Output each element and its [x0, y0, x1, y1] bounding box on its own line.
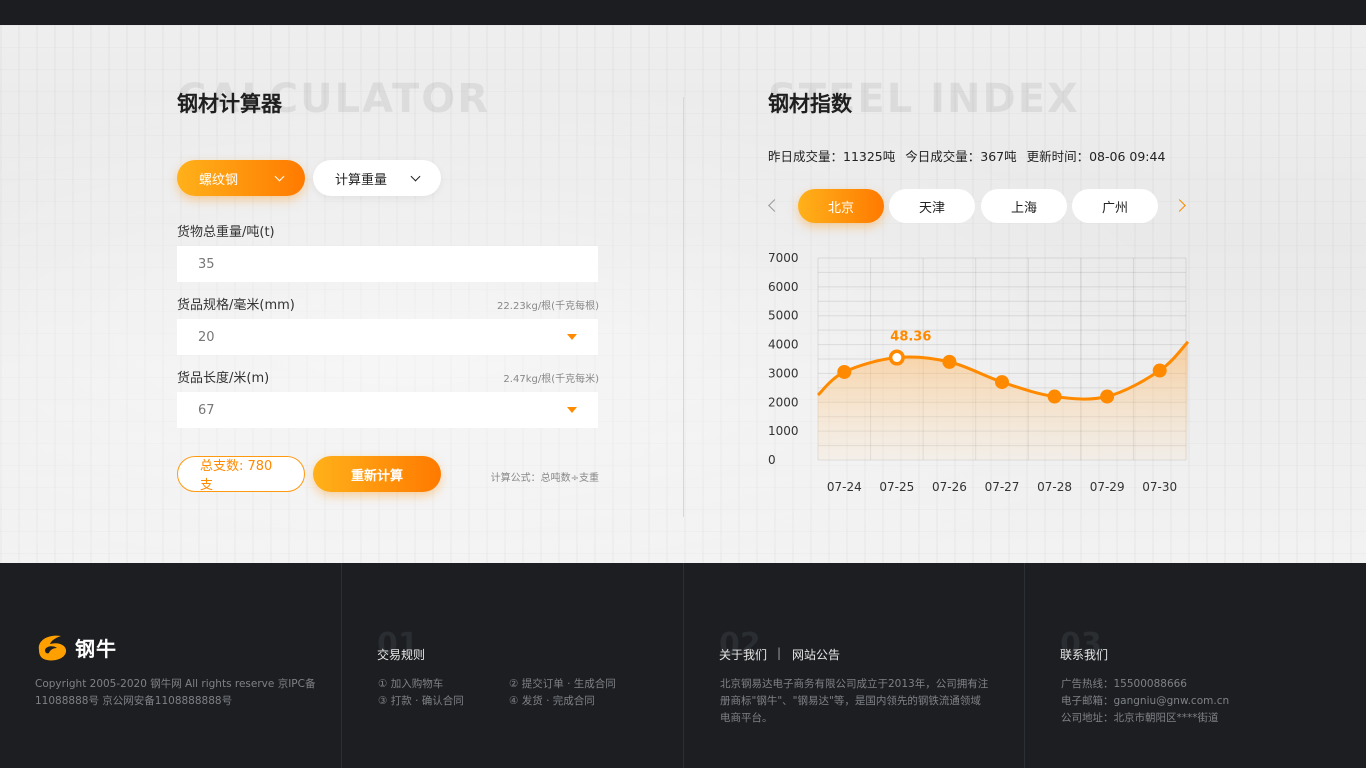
chevron-right-icon[interactable] [1173, 199, 1186, 212]
y-tick-label: 0 [768, 453, 776, 467]
about-us-link[interactable]: 关于我们 [719, 646, 767, 663]
length-value: 67 [198, 402, 215, 418]
data-point[interactable] [1152, 363, 1167, 378]
about-text: 北京钢易达电子商务有限公司成立于2013年，公司拥有注 [720, 678, 989, 690]
footer-col-about: 02 关于我们 | 网站公告 北京钢易达电子商务有限公司成立于2013年，公司拥… [683, 563, 1024, 768]
city-tab-shanghai[interactable]: 上海 [981, 189, 1067, 223]
footer-logo[interactable]: 钢牛 [35, 632, 117, 662]
chevron-left-icon[interactable] [768, 199, 781, 212]
y-tick-label: 7000 [768, 251, 799, 265]
data-point[interactable] [837, 364, 852, 379]
site-notice-link[interactable]: 网站公告 [792, 646, 840, 663]
chevron-down-icon [410, 171, 421, 181]
trade-stats: 昨日成交量：11325吨 今日成交量：367吨 更新时间：08-06 09:44 [768, 146, 1171, 165]
steel-type-label: 螺纹钢 [199, 172, 239, 188]
bull-logo-icon [38, 635, 67, 661]
x-tick-label: 07-28 [1037, 480, 1072, 494]
spec-select[interactable]: 20 [177, 319, 598, 355]
total-count-badge: 总支数: 780支 [177, 456, 305, 493]
calc-mode-label: 计算重量 [335, 172, 388, 188]
yesterday-volume: 昨日成交量：11325吨 [768, 149, 896, 164]
rule-item: ④ 发货 · 完成合同 [509, 695, 595, 707]
title-separator: | [777, 646, 782, 660]
chevron-down-icon [274, 171, 285, 181]
length-select[interactable]: 67 [177, 392, 598, 428]
contact-address: 公司地址：北京市朝阳区****街道 [1061, 712, 1219, 724]
spec-value: 20 [198, 329, 215, 345]
about-text: 电商平台。 [720, 712, 773, 724]
y-tick-label: 2000 [768, 395, 799, 409]
calculator-panel: CALCULATOR 钢材计算器 螺纹钢 计算重量 货物总重量/吨(t) 35 … [177, 76, 599, 493]
update-time: 更新时间：08-06 09:44 [1026, 149, 1166, 164]
today-volume: 今日成交量：367吨 [905, 149, 1017, 164]
length-note: 2.47kg/根(千克每米) [503, 374, 599, 385]
copyright-line-2: 11088888号 京公网安备1108888888号 [35, 695, 233, 707]
city-tab-beijing[interactable]: 北京 [798, 189, 884, 223]
footer: 钢牛 Copyright 2005-2020 钢牛网 All rights re… [0, 563, 1366, 768]
data-point[interactable] [995, 375, 1009, 390]
footer-col-contact: 03 联系我们 广告热线：15500088666 电子邮箱：gangniu@gn… [1024, 563, 1366, 768]
formula-text: 计算公式：总吨数÷支重 [490, 473, 599, 484]
rule-item: ① 加入购物车 [378, 678, 444, 690]
x-tick-label: 07-27 [985, 480, 1020, 494]
steel-index-chart: 0 1000 2000 3000 4000 5000 6000 7000 07-24 07-25 0… [768, 251, 1190, 494]
spec-label: 货品规格/毫米(mm) [177, 298, 295, 313]
data-point[interactable] [942, 354, 957, 369]
x-tick-label: 07-29 [1090, 480, 1125, 494]
x-tick-label: 07-26 [932, 480, 967, 494]
y-tick-label: 5000 [768, 309, 799, 323]
contact-email: 电子邮箱：gangniu@gnw.com.cn [1061, 695, 1230, 707]
data-point[interactable] [1047, 389, 1062, 404]
calc-mode-select[interactable]: 计算重量 [313, 160, 441, 196]
city-tab-guangzhou[interactable]: 广州 [1072, 189, 1158, 223]
steel-index-panel: STEEL INDEX 钢材指数 昨日成交量：11325吨 今日成交量：367吨… [768, 76, 1188, 223]
highlight-value-label: 48.36 [890, 330, 931, 345]
data-point-highlight-core [892, 353, 902, 363]
copyright-line-1: Copyright 2005-2020 钢牛网 All rights reser… [35, 678, 316, 690]
logo-text: 钢牛 [75, 636, 117, 661]
spec-note: 22.23kg/根(千克每根) [497, 301, 599, 312]
contact-phone: 广告热线：15500088666 [1061, 678, 1187, 690]
about-text: 册商标"钢牛"、"钢易达"等，是国内领先的钢铁流通领域 [720, 695, 981, 707]
dropdown-arrow-icon [567, 407, 577, 413]
steel-type-select[interactable]: 螺纹钢 [177, 160, 305, 196]
series-area [818, 341, 1188, 460]
city-tab-tianjin[interactable]: 天津 [889, 189, 975, 223]
x-tick-label: 07-24 [827, 480, 862, 494]
weight-input[interactable]: 35 [177, 246, 598, 282]
section-divider [683, 97, 684, 517]
data-point[interactable] [1100, 389, 1115, 404]
rule-item: ② 提交订单 · 生成合同 [509, 678, 616, 690]
calculator-title: 钢材计算器 [177, 92, 282, 116]
weight-value: 35 [198, 256, 215, 272]
rule-item: ③ 打款 · 确认合同 [378, 695, 464, 707]
y-tick-label: 6000 [768, 280, 799, 294]
recalculate-button[interactable]: 重新计算 [313, 456, 441, 492]
y-tick-label: 1000 [768, 424, 799, 438]
x-tick-label: 07-25 [879, 480, 914, 494]
top-bar [0, 0, 1366, 25]
footer-col-trade-rules: 01 交易规则 ① 加入购物车 ② 提交订单 · 生成合同 ③ 打款 · 确认合… [341, 563, 683, 768]
index-title: 钢材指数 [768, 92, 852, 116]
trade-rules-title: 交易规则 [377, 648, 426, 662]
y-tick-label: 4000 [768, 338, 799, 352]
contact-title: 联系我们 [1060, 648, 1109, 662]
x-tick-label: 07-30 [1142, 480, 1177, 494]
dropdown-arrow-icon [567, 334, 577, 340]
city-tabs: 北京 天津 上海 广州 [768, 189, 1188, 223]
y-tick-label: 3000 [768, 366, 799, 380]
weight-label: 货物总重量/吨(t) [177, 225, 275, 240]
length-label: 货品长度/米(m) [177, 371, 270, 386]
